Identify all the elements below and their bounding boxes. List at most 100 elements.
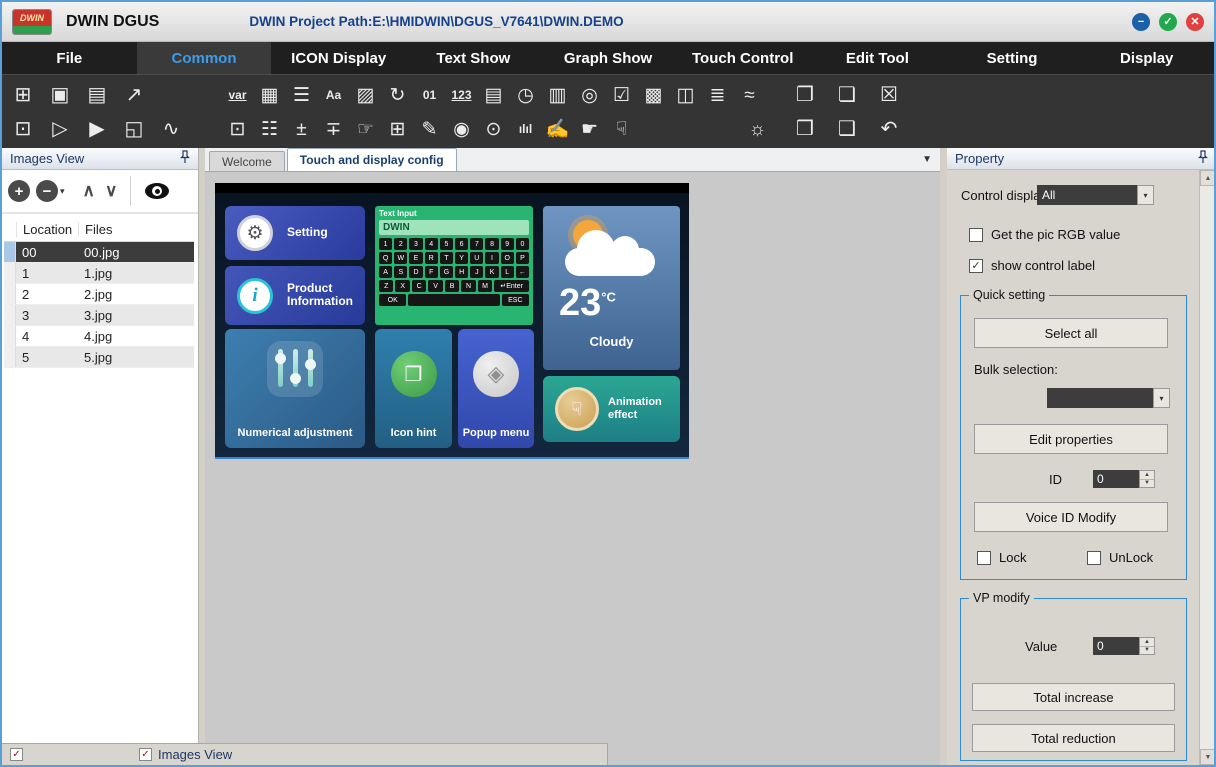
paste-icon[interactable]: ❏ xyxy=(832,85,862,105)
table-row[interactable]: 1 1.jpg xyxy=(4,263,194,284)
new-file-icon[interactable]: ⊞ xyxy=(10,85,36,105)
play-icon[interactable]: ▷ xyxy=(47,119,73,139)
lock-checkbox[interactable]: Lock xyxy=(977,550,1026,565)
brightness-icon[interactable]: ☼ xyxy=(744,120,771,139)
touch-gesture-icon[interactable]: ☞ xyxy=(352,120,379,139)
mouse-gesture-icon[interactable]: ☟ xyxy=(608,120,635,139)
value-input[interactable]: 0 xyxy=(1093,637,1139,655)
checkbox-box[interactable]: ✓ xyxy=(969,259,983,273)
refresh-check-icon[interactable]: ↻ xyxy=(384,86,411,105)
checkbox-box[interactable] xyxy=(977,551,991,565)
trend-chart-icon[interactable]: ≈ xyxy=(736,86,763,105)
save-icon[interactable]: ▣ xyxy=(47,85,73,105)
get-rgb-checkbox[interactable]: Get the pic RGB value xyxy=(969,227,1120,242)
menu-item[interactable]: Text Show xyxy=(406,42,541,74)
text-circle-icon[interactable]: ◉ xyxy=(448,120,475,139)
spin-down-icon[interactable]: ▼ xyxy=(1140,647,1154,655)
export-icon[interactable]: ↗ xyxy=(121,85,147,105)
binary-display-icon[interactable]: 01 xyxy=(416,89,443,101)
delete-icon[interactable]: ☒ xyxy=(874,85,904,105)
value-spinner[interactable]: ▲ ▼ xyxy=(1139,637,1155,655)
date-display-icon[interactable]: ▥ xyxy=(544,86,571,105)
copy-page-icon[interactable]: ❒ xyxy=(790,119,820,139)
menu-item[interactable]: Display xyxy=(1079,42,1214,74)
spin-down-icon[interactable]: ▼ xyxy=(1140,480,1154,488)
table-row[interactable]: 00 00.jpg xyxy=(4,242,194,263)
menu-item[interactable]: ICON Display xyxy=(271,42,406,74)
move-up-icon[interactable]: ∧ xyxy=(83,181,95,201)
touch-form-icon[interactable]: ☑ xyxy=(608,86,635,105)
add-image-button[interactable]: + xyxy=(8,180,30,202)
document-tab[interactable]: Welcome xyxy=(209,151,285,171)
table-row[interactable]: 2 2.jpg xyxy=(4,284,194,305)
unlock-checkbox[interactable]: UnLock xyxy=(1087,550,1153,565)
stack-icon[interactable]: ≣ xyxy=(704,86,731,105)
scroll-down-icon[interactable]: ▼ xyxy=(1200,749,1216,765)
preview-eye-icon[interactable] xyxy=(145,183,169,199)
control-display-combo-arrow-icon[interactable]: ▾ xyxy=(1137,185,1154,205)
close-button[interactable]: ✕ xyxy=(1186,13,1204,31)
right-splitter[interactable] xyxy=(940,148,947,765)
remove-image-button[interactable]: − xyxy=(36,180,58,202)
screen-preview-icon[interactable]: ◱ xyxy=(121,119,147,139)
picture-display-icon[interactable]: ▨ xyxy=(352,86,379,105)
property-scrollbar[interactable]: ▲ ▼ xyxy=(1199,170,1216,765)
paste-page-icon[interactable]: ❑ xyxy=(832,119,862,139)
table-row[interactable]: 5 5.jpg xyxy=(4,347,194,368)
spin-up-icon[interactable]: ▲ xyxy=(1140,471,1154,480)
move-down-icon[interactable]: ∨ xyxy=(105,181,117,201)
disk-search-icon[interactable]: ⊙ xyxy=(480,120,507,139)
confirm-button[interactable]: ✓ xyxy=(1159,13,1177,31)
variable-icon[interactable]: var xyxy=(224,89,251,101)
image-animation-icon[interactable]: ◫ xyxy=(672,86,699,105)
audio-wave-icon[interactable]: ılıl xyxy=(512,123,539,135)
slide-gesture-icon[interactable]: ☛ xyxy=(576,120,603,139)
list-menu-icon[interactable]: ☷ xyxy=(256,120,283,139)
total-increase-button[interactable]: Total increase xyxy=(972,683,1175,711)
tab-overflow-icon[interactable]: ▼ xyxy=(922,154,932,165)
slider-config-icon[interactable]: ☰ xyxy=(288,86,315,105)
bulk-selection-combo[interactable] xyxy=(1047,388,1153,408)
total-reduction-button[interactable]: Total reduction xyxy=(972,724,1175,752)
menu-item[interactable]: File xyxy=(2,42,137,74)
panel-toggle[interactable]: ✓ xyxy=(10,748,93,761)
shape-overlay-icon[interactable]: ◎ xyxy=(576,86,603,105)
menu-item[interactable]: Touch Control xyxy=(675,42,810,74)
bulk-selection-combo-arrow-icon[interactable]: ▾ xyxy=(1153,388,1170,408)
text-display-icon[interactable]: Aa xyxy=(320,89,347,101)
text-scroll-icon[interactable]: ▤ xyxy=(480,86,507,105)
select-all-button[interactable]: Select all xyxy=(974,318,1168,348)
undo-icon[interactable]: ↶ xyxy=(874,119,904,139)
checkbox-box[interactable]: ✓ xyxy=(10,748,23,761)
checkbox-box[interactable] xyxy=(1087,551,1101,565)
panel-toggle[interactable]: ✓ Images View xyxy=(139,747,232,762)
edit-properties-button[interactable]: Edit properties xyxy=(974,424,1168,454)
control-display-combo[interactable]: All xyxy=(1037,185,1137,205)
video-play-icon[interactable]: ▶ xyxy=(84,119,110,139)
table-row[interactable]: 4 4.jpg xyxy=(4,326,194,347)
curve-icon[interactable]: ∿ xyxy=(158,119,184,139)
spin-up-icon[interactable]: ▲ xyxy=(1140,638,1154,647)
film-clip-icon[interactable]: ▦ xyxy=(256,86,283,105)
menu-item[interactable]: Setting xyxy=(945,42,1080,74)
value-adjust-icon[interactable]: ∓ xyxy=(320,120,347,139)
handwrite-icon[interactable]: ✍ xyxy=(544,120,571,139)
table-row[interactable]: 3 3.jpg xyxy=(4,305,194,326)
minimize-button[interactable]: − xyxy=(1132,13,1150,31)
remove-options-caret-icon[interactable]: ▾ xyxy=(60,186,65,197)
menu-item[interactable]: Common xyxy=(137,42,272,74)
number-display-icon[interactable]: 123 xyxy=(448,89,475,101)
menu-item[interactable]: Graph Show xyxy=(541,42,676,74)
keypad-icon[interactable]: ⊞ xyxy=(384,120,411,139)
pencil-edit-icon[interactable]: ✎ xyxy=(416,120,443,139)
pin-icon[interactable] xyxy=(1198,150,1208,167)
checkbox-box[interactable] xyxy=(969,228,983,242)
print-icon[interactable]: ▤ xyxy=(84,85,110,105)
voice-id-modify-button[interactable]: Voice ID Modify xyxy=(974,502,1168,532)
menu-item[interactable]: Edit Tool xyxy=(810,42,945,74)
qr-code-icon[interactable]: ▩ xyxy=(640,86,667,105)
clock-display-icon[interactable]: ◷ xyxy=(512,86,539,105)
preview-search-icon[interactable]: ⊡ xyxy=(10,119,36,139)
plus-minus-icon[interactable]: ± xyxy=(288,120,315,139)
id-input[interactable]: 0 xyxy=(1093,470,1139,488)
